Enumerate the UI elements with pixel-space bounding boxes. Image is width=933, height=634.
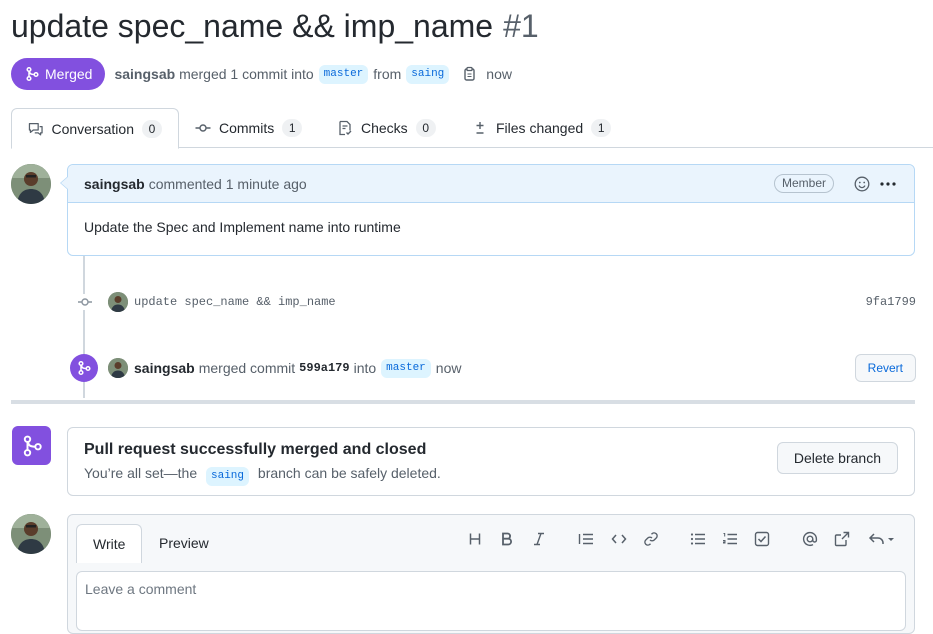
commit-row: update spec_name && imp_name 9fa1799 [76,291,916,313]
tab-label: Checks [361,120,408,136]
checklist-icon [339,120,352,136]
pr-title-text: update spec_name && imp_name [11,8,494,44]
ordered-list-icon[interactable] [719,529,741,549]
merge-status-text-after: branch can be safely deleted. [257,465,441,481]
comment-author-link[interactable]: saingsab [84,176,145,192]
pr-meta: Merged saingsab merged 1 commit into mas… [11,58,512,90]
merge-into-text: into [353,360,377,376]
tab-counter: 0 [415,119,436,137]
copy-icon[interactable] [462,66,476,82]
avatar[interactable] [11,164,51,204]
timeline-break [11,400,915,404]
merge-status-title: Pull request successfully merged and clo… [84,441,427,458]
merge-status-box: Pull request successfully merged and clo… [67,427,915,496]
comment-caret-inner [61,177,68,189]
git-merge-icon [70,354,98,382]
tab-counter: 0 [142,119,162,138]
merge-status-subtitle: You’re all set—the saing branch can be s… [84,465,898,486]
code-icon[interactable] [608,529,630,549]
revert-button[interactable]: Revert [854,354,916,382]
delete-branch-button[interactable]: Delete branch [776,442,898,474]
head-branch[interactable]: saing [406,64,450,84]
tab-label: Files changed [496,120,584,136]
comment-discussion-icon [28,122,43,135]
diff-icon [476,122,484,134]
kebab-horizontal-icon[interactable] [878,176,898,192]
comment-timestamp[interactable]: commented 1 minute ago [149,176,307,192]
avatar[interactable] [11,514,51,554]
reply-icon[interactable] [866,529,900,549]
tab-label: Commits [219,120,275,136]
merge-base-branch[interactable]: master [381,358,431,378]
comment-body: Update the Spec and Implement name into … [84,219,401,235]
commit-sha-link[interactable]: 9fa1799 [866,295,916,309]
tab-conversation[interactable]: Conversation 0 [11,108,179,149]
cross-reference-icon[interactable] [831,529,853,549]
commit-message-link[interactable]: update spec_name && imp_name [134,295,336,309]
tab-preview[interactable]: Preview [143,524,225,562]
tab-label: Conversation [51,120,135,137]
new-comment-box: Write Preview [67,514,915,634]
tab-commits[interactable]: Commits 1 [179,108,318,148]
git-commit-icon [76,294,94,310]
from-text: from [373,66,402,82]
tab-counter: 1 [591,119,612,137]
merge-time[interactable]: now [436,360,462,376]
pr-title: update spec_name && imp_name #1 [11,8,539,45]
bold-icon[interactable] [496,529,518,549]
tab-counter: 1 [282,119,303,137]
pr-number: #1 [503,8,539,44]
comment-box: saingsab commented 1 minute ago Member U… [67,164,915,256]
merged-state-badge: Merged [11,58,106,90]
pr-time: now [486,66,512,82]
member-badge: Member [773,174,834,193]
tab-write[interactable]: Write [76,524,143,563]
merge-event: saingsab merged commit 599a179 into mast… [70,352,916,384]
avatar[interactable] [108,358,128,378]
pr-tabs: Conversation 0 Commits 1 Checks 0 Files … [11,108,933,149]
git-commit-icon [195,124,211,132]
unordered-list-icon[interactable] [687,529,709,549]
task-list-icon[interactable] [751,529,773,549]
merge-status-text: You’re all set—the [84,465,198,481]
comment-textarea[interactable] [76,571,906,631]
quote-icon[interactable] [575,529,597,549]
git-merge-icon [26,66,39,82]
pr-author-link[interactable]: saingsab [114,66,175,82]
mention-icon[interactable] [799,529,821,549]
merge-text: merged commit [198,360,296,376]
smiley-icon[interactable] [854,176,870,192]
merge-summary: merged 1 commit into [179,66,314,82]
comment-header: saingsab commented 1 minute ago Member [68,165,914,203]
tab-files-changed[interactable]: Files changed 1 [456,108,627,148]
link-icon[interactable] [640,529,662,549]
base-branch[interactable]: master [318,64,369,84]
deletable-branch[interactable]: saing [206,467,250,486]
tab-checks[interactable]: Checks 0 [321,108,452,148]
heading-icon[interactable] [464,529,486,549]
merge-commit-sha-link[interactable]: 599a179 [299,361,349,375]
avatar[interactable] [108,292,128,312]
italic-icon[interactable] [528,529,550,549]
state-label: Merged [45,66,93,82]
merge-author-link[interactable]: saingsab [134,360,195,376]
git-merge-icon [12,426,51,465]
